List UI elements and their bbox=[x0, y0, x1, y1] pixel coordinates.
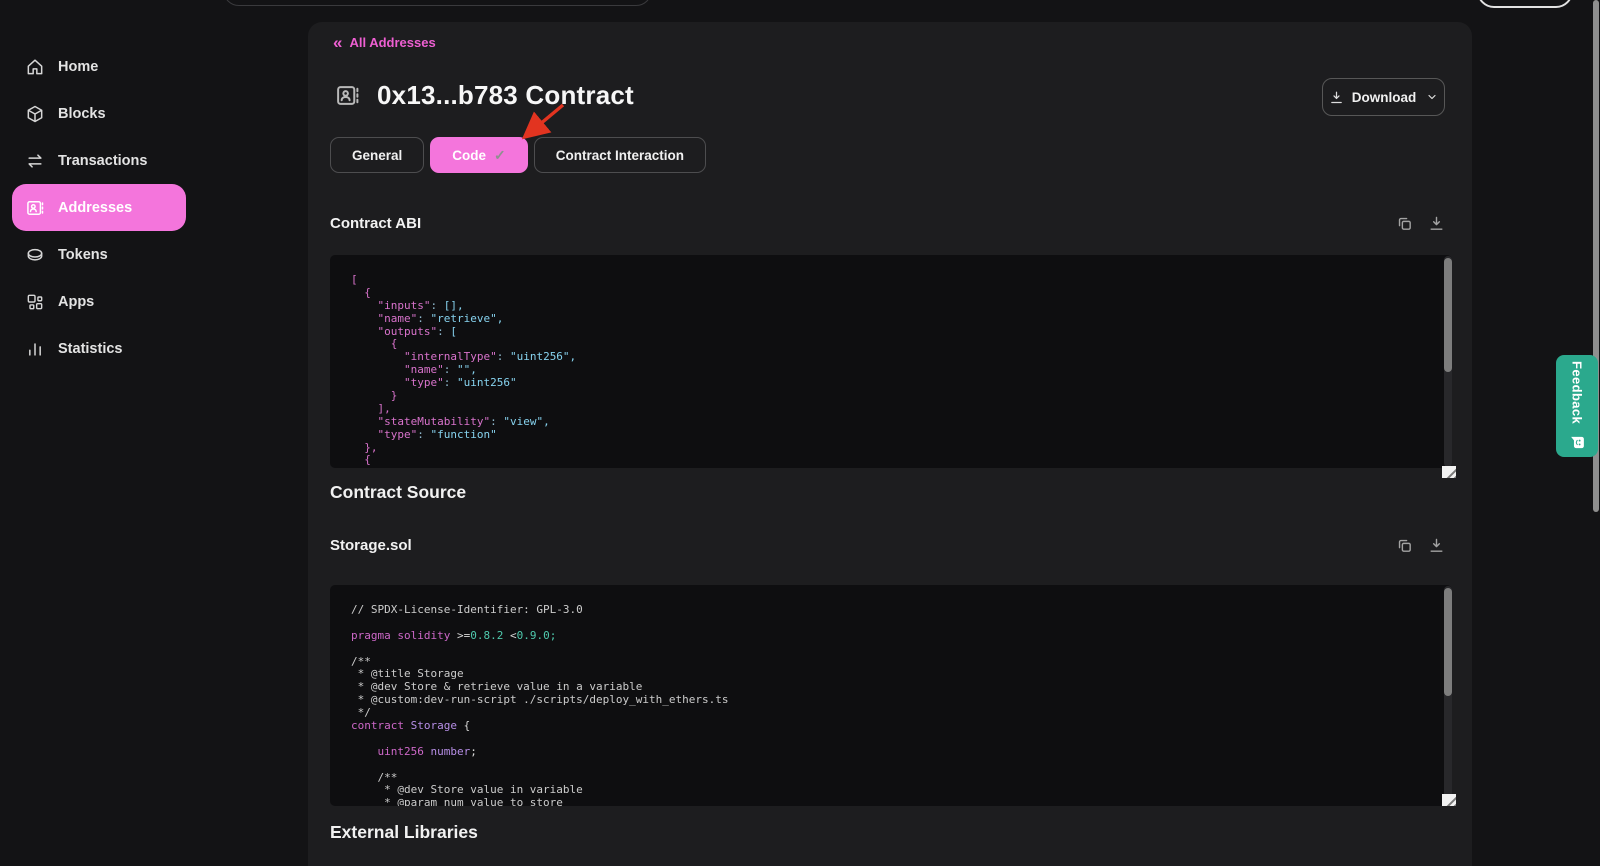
copy-icon[interactable] bbox=[1396, 215, 1413, 232]
sidebar-item-tokens[interactable]: Tokens bbox=[12, 231, 186, 278]
source-file-title: Storage.sol bbox=[330, 537, 412, 554]
connect-button[interactable] bbox=[1477, 0, 1573, 8]
check-icon: ✓ bbox=[494, 147, 506, 164]
transactions-icon bbox=[25, 151, 45, 171]
contract-card-icon bbox=[335, 83, 360, 108]
statistics-icon bbox=[25, 339, 45, 359]
sidebar-item-blocks[interactable]: Blocks bbox=[12, 90, 186, 137]
feedback-chat-icon bbox=[1569, 434, 1586, 451]
section-title-contract-abi: Contract ABI bbox=[330, 215, 421, 232]
sidebar-item-statistics[interactable]: Statistics bbox=[12, 325, 186, 372]
sidebar-item-label: Transactions bbox=[58, 153, 147, 169]
sidebar-item-addresses[interactable]: Addresses bbox=[12, 184, 186, 231]
tab-contract-interaction-label: Contract Interaction bbox=[556, 148, 684, 163]
sidebar: Home Blocks Transactions Addresses Token… bbox=[0, 43, 308, 372]
sidebar-item-label: Addresses bbox=[58, 200, 132, 216]
sidebar-item-home[interactable]: Home bbox=[12, 43, 186, 90]
sidebar-item-apps[interactable]: Apps bbox=[12, 278, 186, 325]
sidebar-item-label: Home bbox=[58, 59, 98, 75]
tab-code[interactable]: Code ✓ bbox=[430, 137, 527, 173]
home-icon bbox=[25, 57, 45, 77]
sidebar-item-transactions[interactable]: Transactions bbox=[12, 137, 186, 184]
section-title-external-libraries: External Libraries bbox=[330, 822, 478, 843]
abi-resize-handle[interactable] bbox=[1442, 466, 1456, 478]
copy-icon[interactable] bbox=[1396, 537, 1413, 554]
feedback-label: Feedback bbox=[1570, 361, 1585, 424]
apps-icon bbox=[25, 292, 45, 312]
download-button-label: Download bbox=[1352, 90, 1417, 105]
breadcrumb-label: All Addresses bbox=[349, 35, 435, 50]
page-title: 0x13...b783 Contract bbox=[377, 80, 634, 111]
source-scrollbar-thumb[interactable] bbox=[1444, 588, 1452, 696]
double-chevron-left-icon: « bbox=[333, 34, 342, 51]
search-input[interactable] bbox=[223, 0, 652, 6]
tab-contract-interaction[interactable]: Contract Interaction bbox=[534, 137, 706, 173]
download-icon[interactable] bbox=[1428, 537, 1445, 554]
blocks-icon bbox=[25, 104, 45, 124]
contract-abi-code[interactable]: [ { "inputs": [], "name": "retrieve", "o… bbox=[330, 255, 1452, 468]
sidebar-item-label: Blocks bbox=[58, 106, 106, 122]
source-actions bbox=[1396, 537, 1445, 554]
title-row: 0x13...b783 Contract bbox=[335, 80, 634, 111]
download-button[interactable]: Download bbox=[1322, 78, 1445, 116]
tab-general-label: General bbox=[352, 148, 402, 163]
chevron-down-icon bbox=[1426, 91, 1438, 103]
abi-scrollbar-thumb[interactable] bbox=[1444, 258, 1452, 372]
sidebar-item-label: Tokens bbox=[58, 247, 108, 263]
addresses-icon bbox=[25, 198, 45, 218]
feedback-button[interactable]: Feedback bbox=[1556, 355, 1598, 457]
breadcrumb[interactable]: « All Addresses bbox=[333, 30, 436, 54]
tab-bar: General Code ✓ Contract Interaction bbox=[330, 137, 706, 173]
sidebar-item-label: Apps bbox=[58, 294, 94, 310]
tab-general[interactable]: General bbox=[330, 137, 424, 173]
main-panel: « All Addresses 0x13...b783 Contract Dow… bbox=[308, 22, 1472, 866]
sidebar-item-label: Statistics bbox=[58, 341, 122, 357]
tab-code-label: Code bbox=[452, 148, 486, 163]
tokens-icon bbox=[25, 245, 45, 265]
abi-scrollbar-track[interactable] bbox=[1444, 256, 1452, 467]
download-icon[interactable] bbox=[1428, 215, 1445, 232]
source-scrollbar-track[interactable] bbox=[1444, 586, 1452, 805]
source-resize-handle[interactable] bbox=[1442, 794, 1456, 806]
section-title-contract-source: Contract Source bbox=[330, 482, 466, 503]
abi-actions bbox=[1396, 215, 1445, 232]
download-icon bbox=[1329, 90, 1344, 105]
contract-source-code[interactable]: // SPDX-License-Identifier: GPL-3.0 prag… bbox=[330, 585, 1452, 806]
